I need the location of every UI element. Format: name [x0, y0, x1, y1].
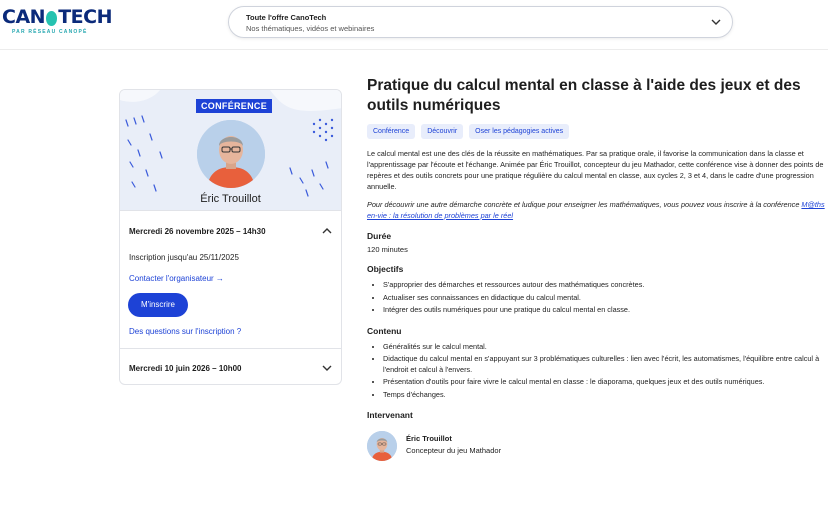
- speaker-name: Éric Trouillot: [406, 434, 452, 443]
- duration-value: 120 minutes: [367, 245, 408, 254]
- duration-heading: Durée: [367, 231, 392, 241]
- registration-questions-link[interactable]: Des questions sur l'inscription ?: [129, 327, 241, 336]
- logo-subtitle: PAR RÉSEAU CANOPÉ: [12, 29, 88, 35]
- chevron-down-icon[interactable]: [321, 362, 333, 374]
- tag-list: Conférence Découvrir Oser les pédagogies…: [367, 124, 825, 139]
- content-list: Généralités sur le calcul mental. Didact…: [383, 342, 825, 401]
- speaker-portrait-icon: [367, 431, 397, 461]
- event-type-badge: CONFÉRENCE: [196, 99, 273, 113]
- logo-text-b: TECH: [58, 6, 112, 28]
- speaker-avatar: [197, 120, 265, 188]
- contact-organizer-link[interactable]: Contacter l'organisateur →: [129, 274, 224, 283]
- list-item: Didactique du calcul mental en s'appuyan…: [383, 354, 825, 375]
- tag-discover[interactable]: Découvrir: [421, 124, 464, 139]
- speaker-banner: CONFÉRENCE Éric Trouillot: [120, 90, 341, 210]
- register-button[interactable]: M'inscrire: [128, 293, 188, 317]
- session-date[interactable]: Mercredi 26 novembre 2025 – 14h30: [129, 227, 266, 236]
- speaker-portrait-icon: [197, 120, 265, 188]
- chevron-down-icon: [711, 19, 721, 25]
- session-item[interactable]: Mercredi 10 juin 2026 – 10h00: [120, 348, 341, 384]
- offer-dropdown[interactable]: Toute l'offre CanoTech Nos thématiques, …: [228, 6, 733, 38]
- speaker-block: Éric Trouillot Concepteur du jeu Mathado…: [367, 431, 825, 465]
- registration-deadline: Inscription jusqu'au 25/11/2025: [129, 253, 239, 262]
- canotech-logo[interactable]: CAN TECH PAR RÉSEAU CANOPÉ: [2, 6, 112, 35]
- event-card: CONFÉRENCE Éric Trouillot Mercredi 26 no…: [119, 89, 342, 385]
- logo-o-circle: [46, 10, 58, 26]
- event-details: Pratique du calcul mental en classe à l'…: [367, 76, 825, 465]
- related-conference-note: Pour découvrir une autre démarche concrè…: [367, 199, 825, 221]
- content-heading: Contenu: [367, 325, 402, 336]
- list-item: Actualiser ses connaissances en didactiq…: [383, 293, 825, 304]
- list-item: S'approprier des démarches et ressources…: [383, 280, 825, 291]
- logo-text-a: CAN: [2, 6, 46, 28]
- speaker-role: Concepteur du jeu Mathador: [406, 446, 502, 455]
- list-item: Généralités sur le calcul mental.: [383, 342, 825, 353]
- session-item: Mercredi 26 novembre 2025 – 14h30 Inscri…: [120, 210, 341, 348]
- site-header: CAN TECH PAR RÉSEAU CANOPÉ Toute l'offre …: [0, 0, 828, 50]
- list-item: Temps d'échanges.: [383, 390, 825, 401]
- avatar: [367, 431, 397, 461]
- objectives-heading: Objectifs: [367, 264, 404, 274]
- tag-active-pedagogy[interactable]: Oser les pédagogies actives: [469, 124, 570, 139]
- page-title: Pratique du calcul mental en classe à l'…: [367, 77, 801, 114]
- list-item: Présentation d'outils pour faire vivre l…: [383, 377, 825, 388]
- speaker-name: Éric Trouillot: [200, 193, 261, 205]
- chevron-up-icon[interactable]: [321, 225, 333, 237]
- logo-wordmark: CAN TECH: [2, 6, 112, 28]
- session-date[interactable]: Mercredi 10 juin 2026 – 10h00: [129, 364, 242, 373]
- offer-dropdown-subtitle: Nos thématiques, vidéos et webinaires: [246, 24, 375, 33]
- offer-dropdown-title: Toute l'offre CanoTech: [246, 13, 327, 22]
- related-note-text: Pour découvrir une autre démarche concrè…: [367, 200, 802, 209]
- objectives-list: S'approprier des démarches et ressources…: [383, 280, 825, 316]
- event-description: Le calcul mental est une des clés de la …: [367, 149, 824, 191]
- tag-conference[interactable]: Conférence: [367, 124, 416, 139]
- list-item: Intégrer des outils numériques pour une …: [383, 305, 825, 316]
- speaker-heading: Intervenant: [367, 410, 413, 420]
